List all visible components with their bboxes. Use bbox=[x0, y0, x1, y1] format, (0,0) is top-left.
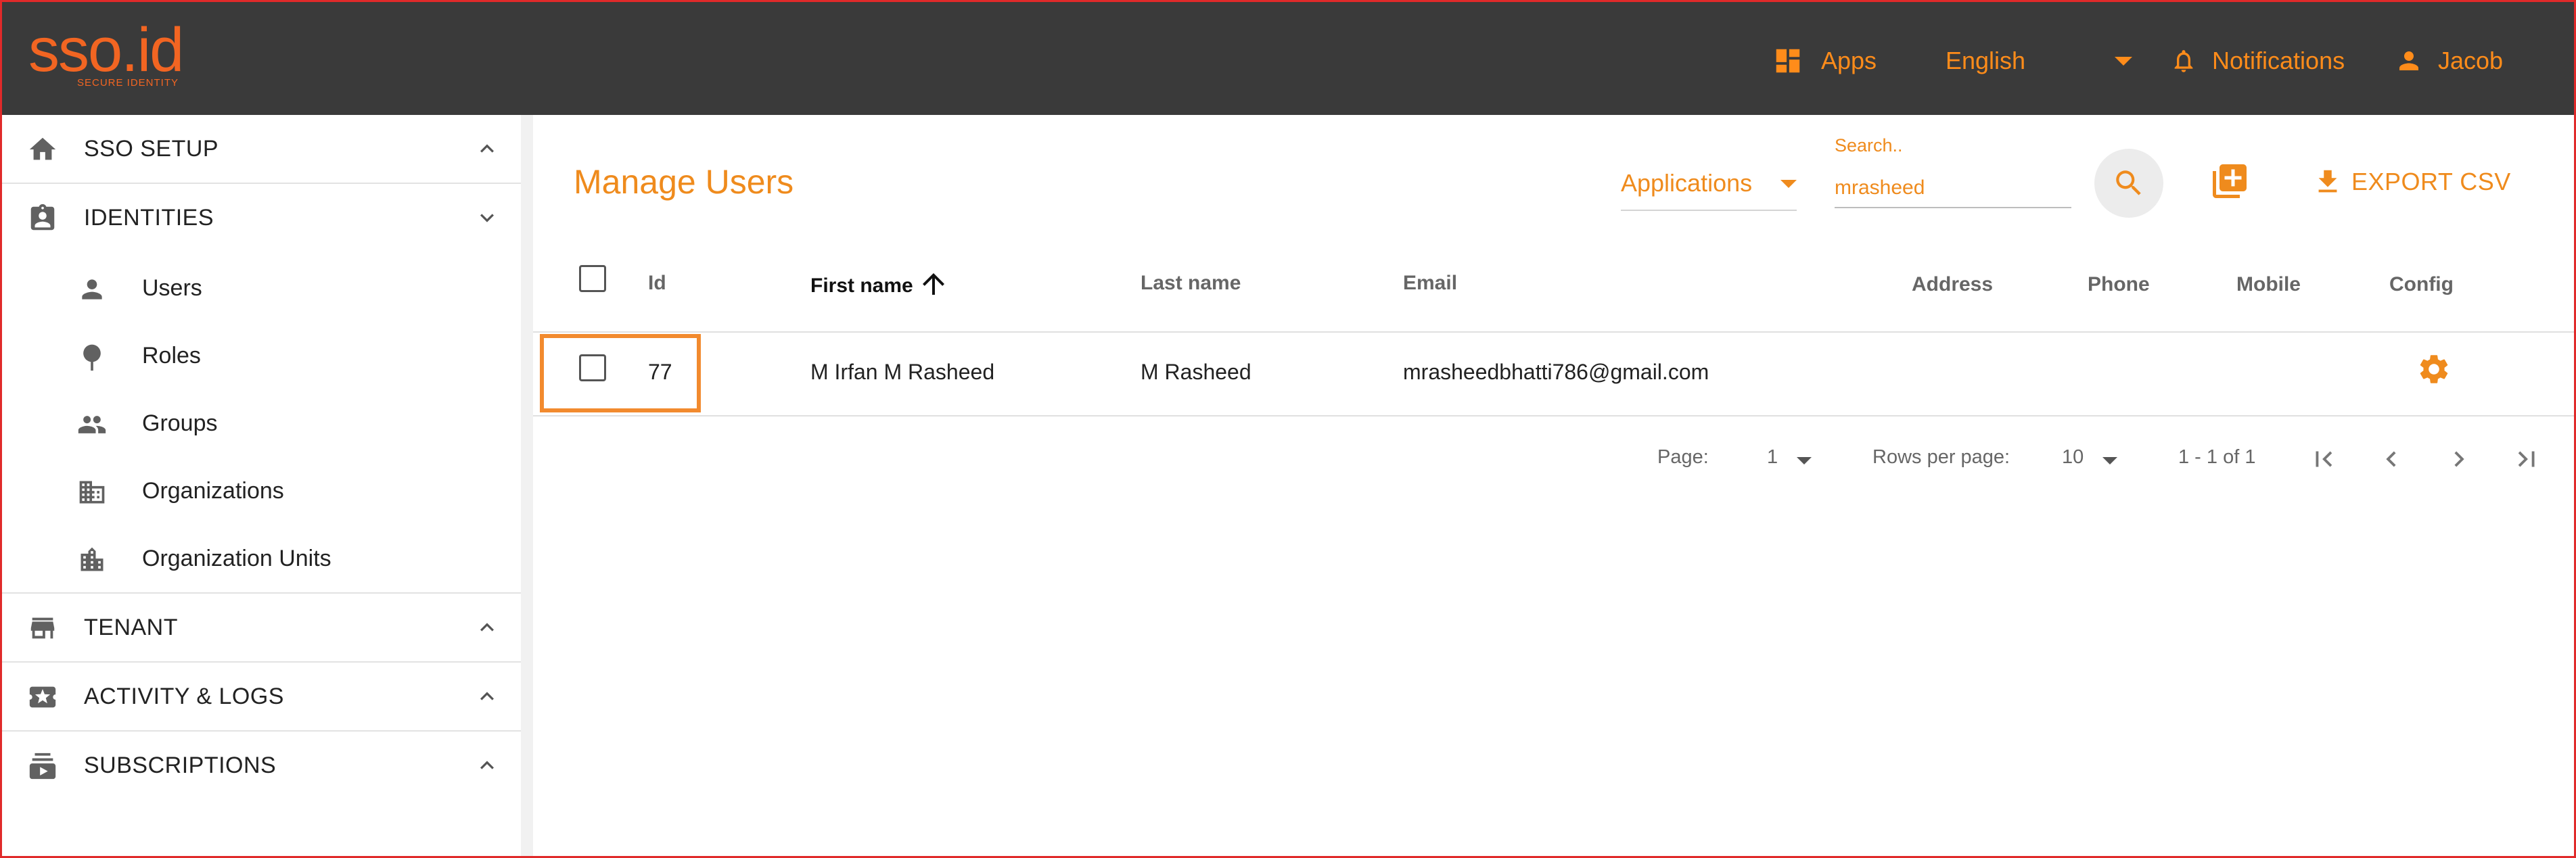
column-header-last-name[interactable]: Last name bbox=[1141, 272, 1241, 295]
export-csv-button[interactable]: EXPORT CSV bbox=[2312, 166, 2511, 197]
chevron-down-icon[interactable] bbox=[2102, 457, 2117, 464]
sidebar-section-label: SUBSCRIPTIONS bbox=[84, 752, 277, 778]
bell-icon bbox=[2174, 50, 2193, 72]
notifications-button[interactable]: Notifications bbox=[2170, 41, 2345, 81]
sidebar-section-label: IDENTITIES bbox=[84, 204, 214, 231]
table-row-divider bbox=[533, 415, 2576, 416]
sidebar-item-organization-units[interactable]: Organization Units bbox=[0, 525, 521, 592]
apps-label: Apps bbox=[1821, 47, 1877, 74]
first-page-icon[interactable] bbox=[2308, 444, 2339, 475]
chevron-up-icon bbox=[480, 761, 494, 769]
search-input[interactable] bbox=[1835, 169, 2071, 208]
gear-icon[interactable] bbox=[2416, 352, 2452, 387]
row-highlight-box bbox=[540, 334, 701, 412]
pin-icon bbox=[83, 344, 101, 371]
store-icon bbox=[30, 617, 55, 639]
apps-grid-icon bbox=[1776, 49, 1800, 73]
sidebar-item-label: Groups bbox=[142, 410, 218, 436]
sidebar-section-label: TENANT bbox=[84, 614, 178, 640]
notifications-label: Notifications bbox=[2212, 47, 2345, 74]
sidebar-section-identities[interactable]: IDENTITIES bbox=[0, 184, 521, 252]
chevron-down-icon bbox=[2115, 56, 2133, 66]
sidebar: SSO SETUP IDENTITIES Users Roles Groups … bbox=[0, 115, 521, 858]
chevron-up-icon bbox=[480, 144, 494, 153]
main-panel: Manage Users Applications Search.. EXPOR… bbox=[533, 115, 2576, 858]
column-header-id[interactable]: Id bbox=[648, 272, 666, 295]
column-header-address[interactable]: Address bbox=[1912, 273, 1993, 296]
city-icon bbox=[80, 547, 104, 571]
sidebar-item-organizations[interactable]: Organizations bbox=[0, 457, 521, 525]
sidebar-item-label: Roles bbox=[142, 342, 201, 368]
page-label: Page: bbox=[1657, 446, 1709, 468]
sidebar-scroll-gutter bbox=[521, 115, 533, 858]
chevron-down-icon bbox=[1780, 180, 1797, 188]
building-icon bbox=[79, 481, 105, 504]
user-menu[interactable]: Jacob bbox=[2395, 41, 2503, 81]
previous-page-icon[interactable] bbox=[2376, 444, 2407, 475]
sidebar-section-subscriptions[interactable]: SUBSCRIPTIONS bbox=[0, 732, 521, 799]
select-all-checkbox[interactable] bbox=[579, 265, 606, 292]
chevron-down-icon[interactable] bbox=[1797, 457, 1812, 464]
export-csv-label: EXPORT CSV bbox=[2351, 168, 2511, 195]
sidebar-section-label: ACTIVITY & LOGS bbox=[84, 683, 284, 709]
home-icon bbox=[29, 137, 56, 160]
search-button[interactable] bbox=[2094, 149, 2163, 218]
column-header-email[interactable]: Email bbox=[1403, 272, 1457, 295]
next-page-icon[interactable] bbox=[2443, 444, 2475, 475]
cell-first-name: M Irfan M Rasheed bbox=[810, 360, 995, 384]
sidebar-section-sso-setup[interactable]: SSO SETUP bbox=[0, 115, 521, 184]
person-icon bbox=[82, 279, 102, 300]
sidebar-item-label: Organization Units bbox=[142, 545, 331, 571]
language-label: English bbox=[1946, 47, 2026, 74]
sidebar-item-roles[interactable]: Roles bbox=[0, 322, 521, 389]
subscriptions-icon bbox=[29, 753, 56, 780]
applications-label: Applications bbox=[1621, 169, 1753, 197]
cell-email: mrasheedbhatti786@gmail.com bbox=[1403, 360, 1709, 384]
sidebar-section-label: SSO SETUP bbox=[84, 135, 219, 162]
column-header-label: First name bbox=[810, 275, 913, 297]
sidebar-section-tenant[interactable]: TENANT bbox=[0, 594, 521, 663]
sidebar-item-label: Organizations bbox=[142, 477, 284, 504]
last-page-icon[interactable] bbox=[2511, 444, 2542, 475]
column-header-mobile[interactable]: Mobile bbox=[2236, 273, 2301, 296]
column-header-first-name[interactable]: First name bbox=[810, 272, 950, 300]
apps-button[interactable]: Apps bbox=[1772, 41, 1877, 81]
table-header-divider bbox=[533, 331, 2576, 333]
search-field: Search.. bbox=[1835, 135, 2071, 210]
sidebar-item-groups[interactable]: Groups bbox=[0, 389, 521, 457]
sidebar-item-users[interactable]: Users bbox=[0, 254, 521, 322]
badge-icon bbox=[30, 204, 55, 231]
user-label: Jacob bbox=[2438, 47, 2504, 74]
applications-select[interactable]: Applications bbox=[1621, 156, 1797, 211]
logo[interactable]: sso.id SECURE IDENTITY bbox=[28, 16, 184, 89]
chevron-up-icon bbox=[480, 623, 494, 631]
logo-subtitle: SECURE IDENTITY bbox=[77, 77, 179, 89]
column-header-phone[interactable]: Phone bbox=[2088, 273, 2150, 296]
ticket-icon bbox=[29, 686, 56, 708]
column-header-config: Config bbox=[2389, 273, 2454, 295]
search-label: Search.. bbox=[1835, 135, 1903, 156]
logo-text: sso.id bbox=[28, 16, 184, 85]
pagination-range: 1 - 1 of 1 bbox=[2178, 446, 2256, 468]
chevron-down-icon bbox=[480, 214, 494, 222]
download-icon bbox=[2318, 170, 2337, 193]
rows-per-page-label: Rows per page: bbox=[1872, 446, 2010, 468]
search-icon bbox=[2116, 170, 2141, 195]
language-select[interactable]: English bbox=[1946, 41, 2133, 81]
page-title: Manage Users bbox=[574, 163, 794, 201]
user-icon bbox=[2399, 51, 2418, 70]
add-user-icon[interactable] bbox=[2209, 161, 2250, 201]
group-icon bbox=[78, 416, 106, 433]
sidebar-section-activity-logs[interactable]: ACTIVITY & LOGS bbox=[0, 663, 521, 732]
sidebar-item-label: Users bbox=[142, 275, 202, 301]
chevron-up-icon bbox=[480, 692, 494, 700]
rows-per-page-select[interactable]: 10 bbox=[2062, 446, 2084, 469]
cell-last-name: M Rasheed bbox=[1141, 360, 1251, 384]
page-select[interactable]: 1 bbox=[1767, 446, 1778, 469]
sort-ascending-icon bbox=[922, 273, 944, 295]
top-bar: sso.id SECURE IDENTITY Apps English Noti… bbox=[0, 0, 2576, 115]
